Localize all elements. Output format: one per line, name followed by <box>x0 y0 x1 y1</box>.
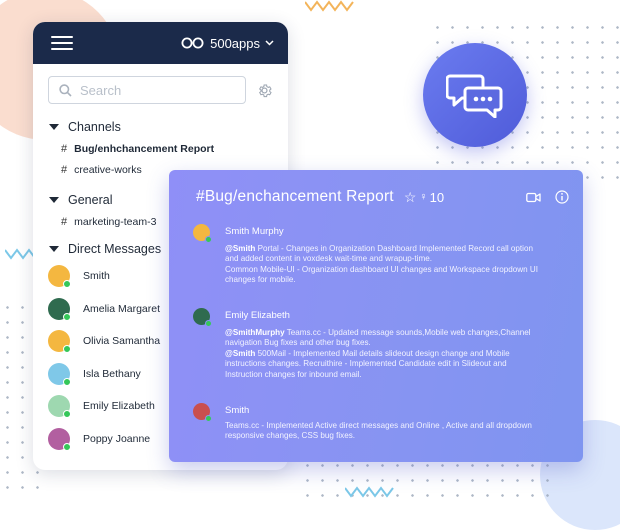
avatar <box>193 403 212 422</box>
decorative-zigzag <box>345 486 394 498</box>
section-title: Direct Messages <box>68 242 162 256</box>
online-status-dot <box>63 280 71 289</box>
online-status-dot <box>63 377 71 386</box>
channel-label: marketing-team-3 <box>74 215 157 228</box>
online-status-dot <box>205 320 212 327</box>
message-author: Smith Murphy <box>225 226 284 237</box>
avatar <box>48 265 71 289</box>
message-author: Emily Elizabeth <box>225 310 290 321</box>
online-status-dot <box>63 312 71 321</box>
dm-name: Olivia Samantha <box>83 335 161 348</box>
dm-name: Smith <box>83 270 110 283</box>
infinity-logo-icon <box>181 37 204 49</box>
online-status-dot <box>63 410 71 419</box>
member-icon[interactable]: ♀ <box>419 191 427 203</box>
star-icon[interactable]: ☆ <box>404 189 417 206</box>
avatar <box>193 224 212 243</box>
search-icon <box>59 83 72 97</box>
online-status-dot <box>63 442 71 451</box>
channel-header: #Bug/enchancement Report ☆ ♀ 10 <box>169 170 583 208</box>
online-status-dot <box>205 236 212 243</box>
message-text: @SmithMurphy Teams.cc - Updated message … <box>225 328 531 379</box>
channel-item[interactable]: # Bug/enhchancement Report <box>33 138 288 159</box>
mention[interactable]: @SmithMurphy <box>225 328 285 337</box>
chat-bubbles-badge <box>423 43 527 147</box>
avatar <box>48 362 71 386</box>
gear-icon[interactable] <box>256 82 273 99</box>
member-count: 10 <box>429 189 445 205</box>
channel-label: creative-works <box>74 163 142 176</box>
section-title: Channels <box>68 120 121 134</box>
decorative-zigzag <box>305 0 354 12</box>
avatar <box>48 297 71 321</box>
avatar <box>48 427 71 451</box>
avatar <box>48 330 71 354</box>
online-status-dot <box>63 345 71 354</box>
chat-bubbles-icon <box>446 74 503 118</box>
channels-section-toggle[interactable]: Channels <box>33 116 288 138</box>
avatar <box>48 395 71 419</box>
search-input[interactable] <box>78 81 232 99</box>
hash-icon: # <box>61 142 68 155</box>
decorative-zigzag <box>5 248 35 260</box>
dm-name: Emily Elizabeth <box>83 400 155 413</box>
menu-icon[interactable] <box>51 36 73 50</box>
info-icon[interactable] <box>555 190 569 204</box>
channel-message-panel: #Bug/enchancement Report ☆ ♀ 10 Smith Mu… <box>169 170 583 462</box>
message-item: Smith Teams.cc - Implemented Active dire… <box>193 403 573 442</box>
channel-title: #Bug/enchancement Report <box>196 188 394 205</box>
caret-down-icon <box>49 197 59 203</box>
channel-label: Bug/enhchancement Report <box>74 142 215 155</box>
workspace-switcher[interactable]: 500apps <box>181 36 274 51</box>
sidebar-header: 500apps <box>33 22 288 64</box>
message-author: Smith <box>225 405 250 416</box>
dm-name: Poppy Joanne <box>83 432 151 445</box>
online-status-dot <box>205 415 212 422</box>
message-text: @Smith Portal - Changes in Organization … <box>225 244 538 285</box>
brand-name: 500apps <box>210 35 260 51</box>
caret-down-icon <box>49 246 59 252</box>
video-call-icon[interactable] <box>526 192 541 203</box>
mention[interactable]: @Smith <box>225 349 255 358</box>
dm-name: Isla Bethany <box>83 367 141 380</box>
hash-icon: # <box>61 215 68 228</box>
mention[interactable]: @Smith <box>225 244 255 253</box>
caret-down-icon <box>49 124 59 130</box>
section-title: General <box>68 193 113 207</box>
hash-icon: # <box>61 163 68 176</box>
decorative-dots <box>300 458 560 500</box>
dm-name: Amelia Margaret <box>83 302 161 315</box>
message-text: Teams.cc - Implemented Active direct mes… <box>225 421 532 441</box>
avatar <box>193 308 212 327</box>
message-item: Smith Murphy @Smith Portal - Changes in … <box>193 224 573 286</box>
message-item: Emily Elizabeth @SmithMurphy Teams.cc - … <box>193 308 573 380</box>
chevron-down-icon <box>265 40 274 46</box>
search-box <box>48 76 246 104</box>
